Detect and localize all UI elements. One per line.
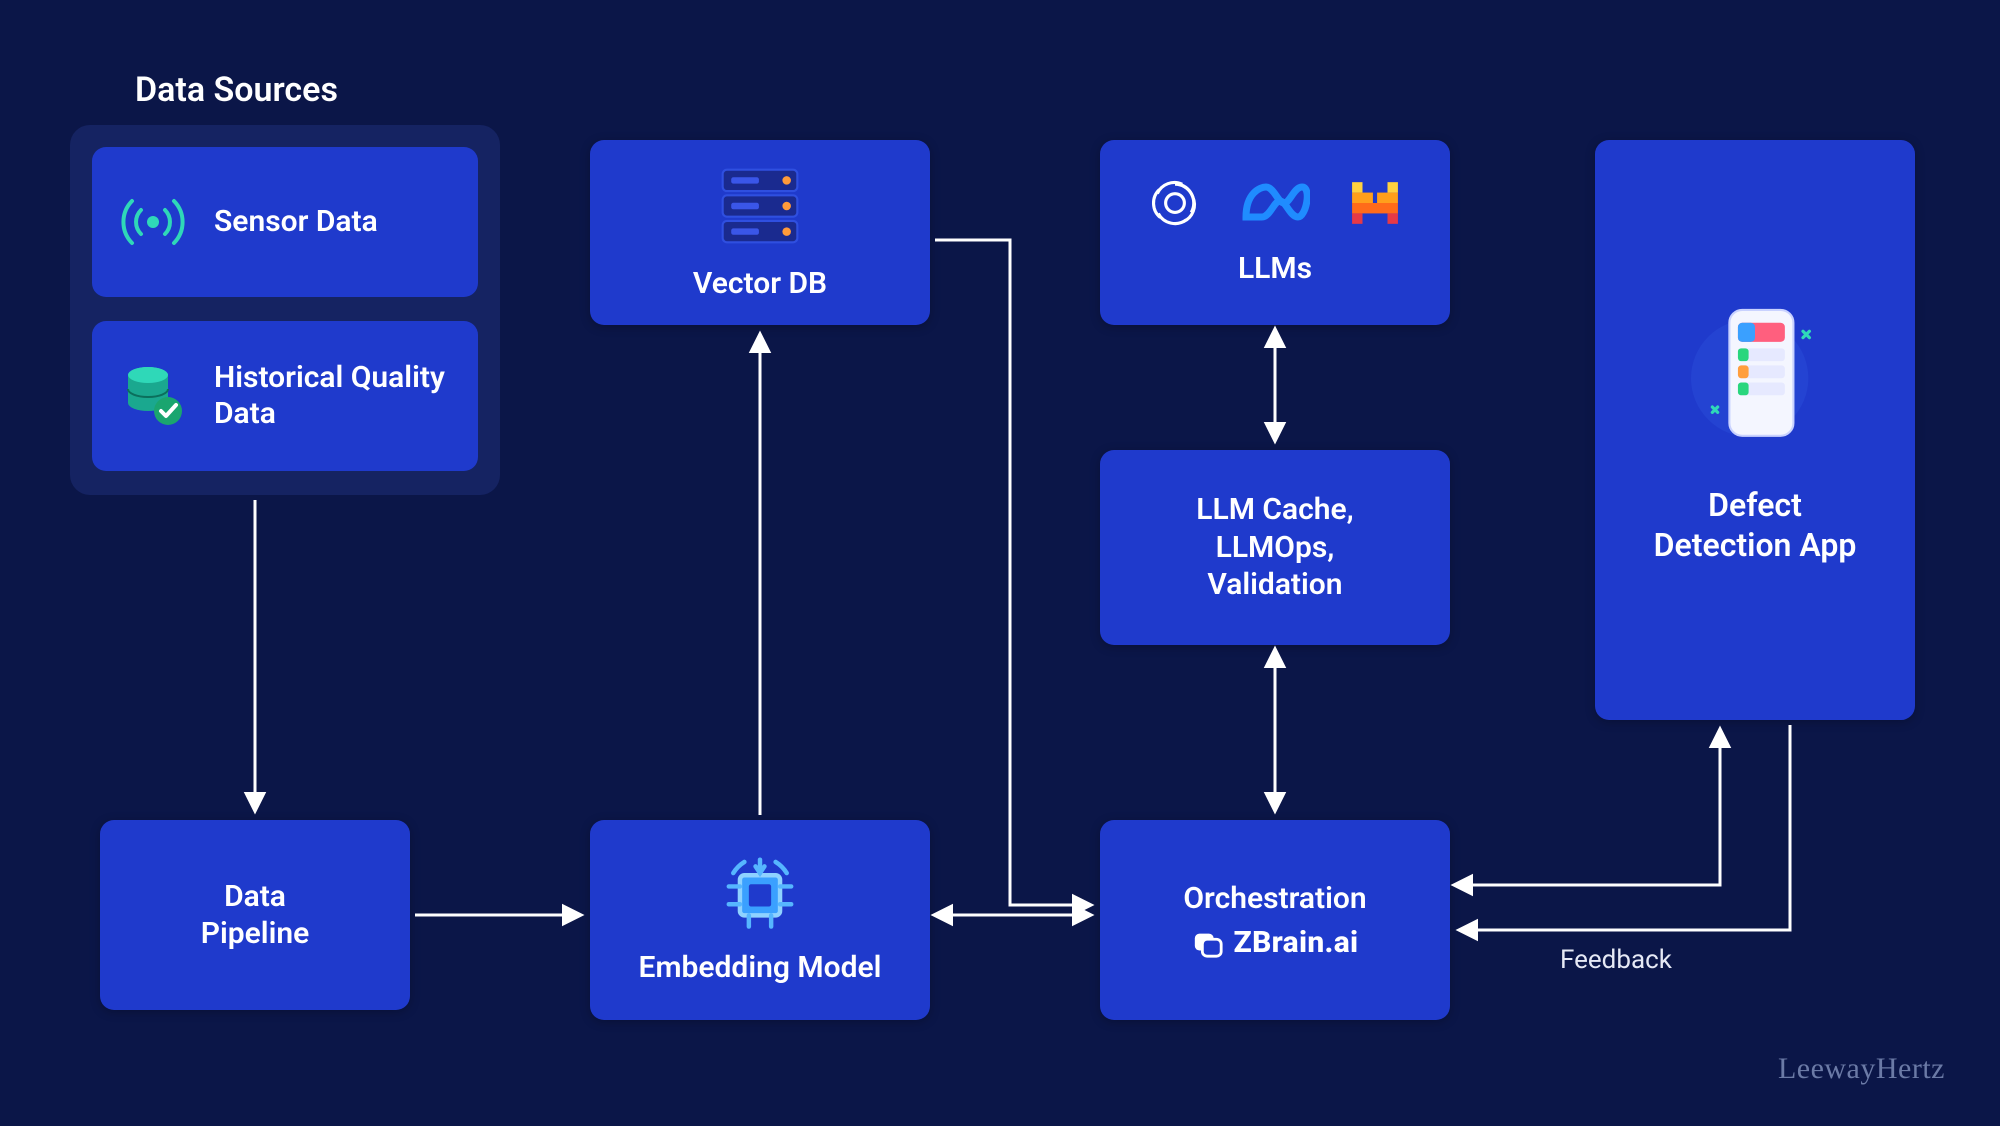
orchestration-brand: ZBrain.ai — [1192, 925, 1359, 960]
data-sources-group: Sensor Data Historical Quality Data — [70, 125, 500, 495]
server-stack-icon — [712, 163, 808, 253]
source-label: Historical Quality Data — [214, 360, 452, 432]
node-embedding-model: Embedding Model — [590, 820, 930, 1020]
node-data-pipeline: Data Pipeline — [100, 820, 410, 1010]
zbrain-logo-icon — [1192, 927, 1224, 959]
mobile-app-icon — [1690, 295, 1820, 459]
source-label: Sensor Data — [214, 204, 378, 240]
node-llm-cache: LLM Cache, LLMOps, Validation — [1100, 450, 1450, 645]
node-label: LLM Cache, LLMOps, Validation — [1178, 491, 1371, 604]
chip-icon — [715, 853, 805, 935]
node-defect-detection-app: Defect Detection App — [1595, 140, 1915, 720]
openai-icon — [1150, 178, 1200, 232]
broadcast-icon — [118, 187, 188, 257]
node-label: Orchestration — [1165, 880, 1384, 918]
source-sensor-data: Sensor Data — [92, 147, 478, 297]
mistral-icon — [1350, 178, 1400, 232]
node-label: Embedding Model — [621, 949, 900, 987]
source-historical-quality: Historical Quality Data — [92, 321, 478, 471]
node-orchestration: Orchestration ZBrain.ai — [1100, 820, 1450, 1020]
diagram-canvas: Data Sources Sensor Data — [0, 0, 2000, 1126]
node-label: Defect Detection App — [1636, 485, 1875, 565]
node-vector-db: Vector DB — [590, 140, 930, 325]
data-sources-title: Data Sources — [135, 70, 338, 110]
node-label: Vector DB — [675, 265, 845, 303]
database-check-icon — [118, 361, 188, 431]
node-label: LLMs — [1220, 250, 1330, 288]
meta-icon — [1240, 179, 1310, 231]
node-llms: LLMs — [1100, 140, 1450, 325]
brand-watermark: LeewayHertz — [1778, 1052, 1945, 1086]
orchestration-sublabel: ZBrain.ai — [1234, 925, 1359, 960]
node-label: Data Pipeline — [183, 878, 328, 953]
feedback-label: Feedback — [1560, 945, 1672, 975]
